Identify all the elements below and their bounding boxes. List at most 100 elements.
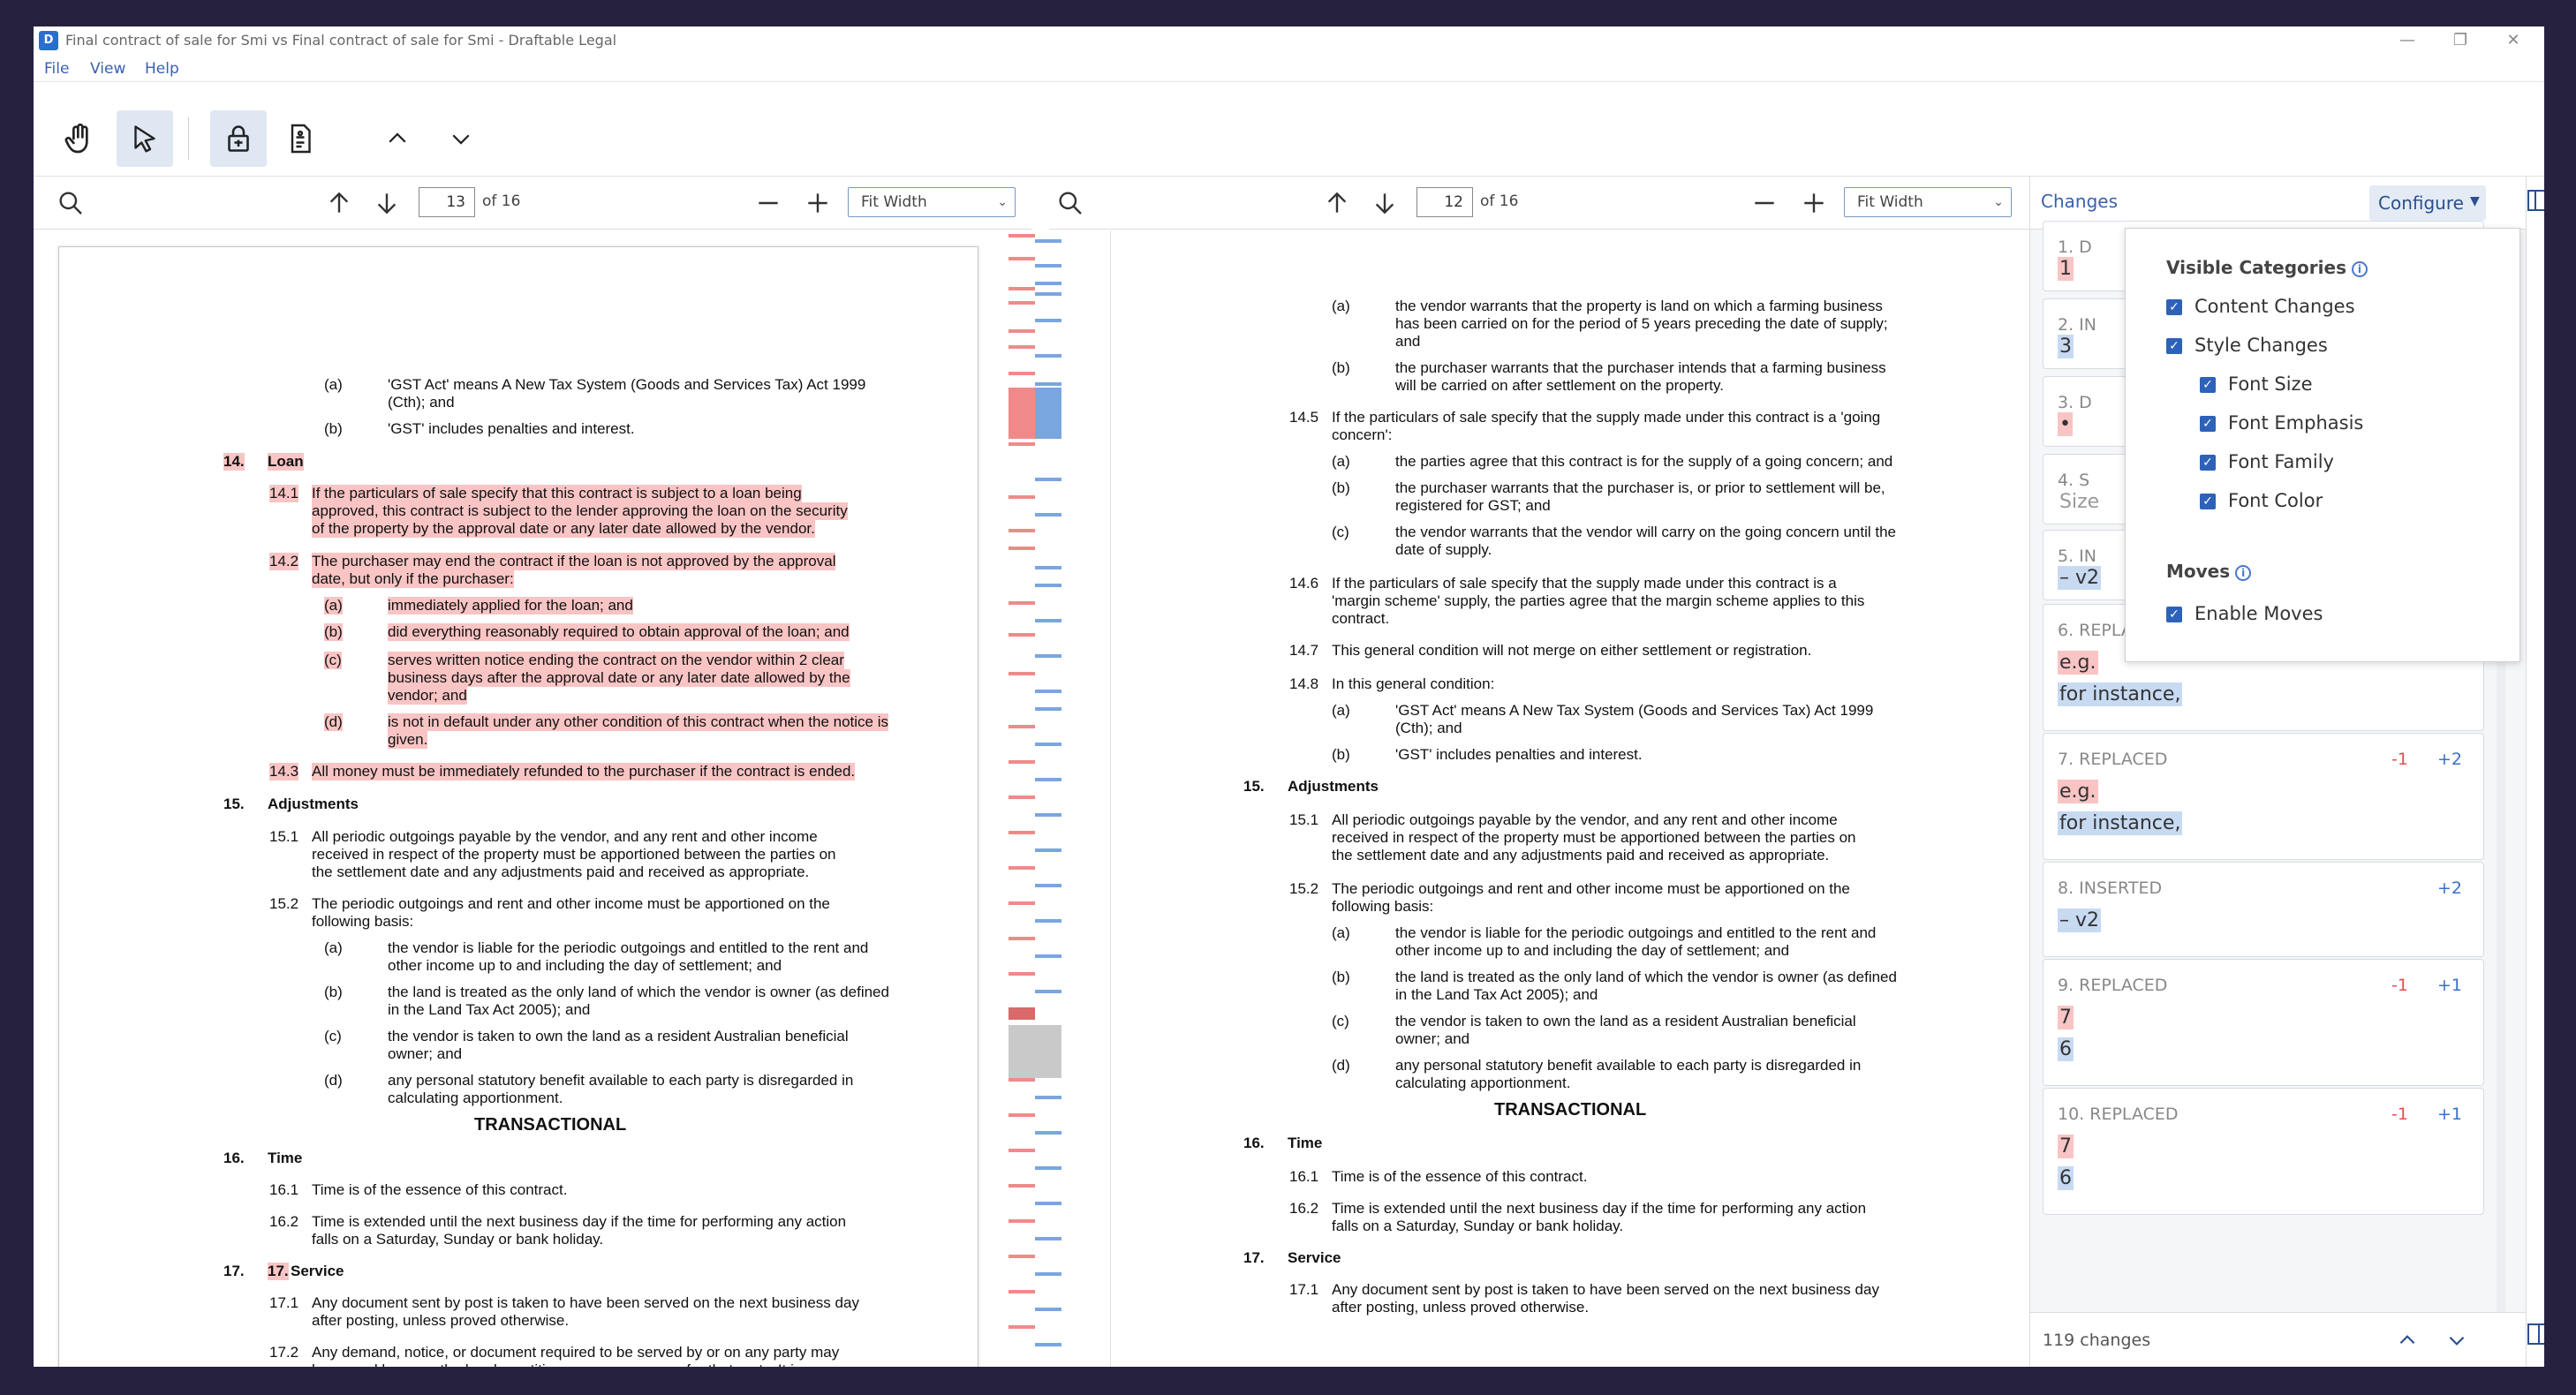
change-block-marker[interactable] <box>1008 1007 1035 1020</box>
change-overview-strip[interactable] <box>1003 230 1111 1367</box>
change-marker[interactable] <box>1035 584 1061 587</box>
change-marker[interactable] <box>1035 1308 1061 1311</box>
font-color-checkbox[interactable]: ✓ <box>2200 494 2216 509</box>
chevron-down-icon[interactable] <box>2445 1329 2468 1352</box>
next-change-button[interactable] <box>433 110 489 167</box>
panel-toggle-icon[interactable] <box>2527 185 2544 217</box>
change-marker[interactable] <box>1035 282 1061 285</box>
change-marker[interactable] <box>1008 831 1035 834</box>
change-marker[interactable] <box>1035 382 1061 386</box>
arrow-down-icon[interactable] <box>373 189 401 217</box>
change-marker[interactable] <box>1035 1343 1061 1346</box>
change-marker[interactable] <box>1008 725 1035 728</box>
change-block-marker[interactable] <box>1008 1025 1035 1078</box>
change-marker[interactable] <box>1035 513 1061 517</box>
document-compare-button[interactable] <box>272 110 329 167</box>
change-marker[interactable] <box>1035 319 1061 322</box>
font-emphasis-checkbox[interactable]: ✓ <box>2200 416 2216 432</box>
change-marker[interactable] <box>1035 707 1061 711</box>
change-marker[interactable] <box>1008 1255 1035 1258</box>
change-marker[interactable] <box>1008 372 1035 375</box>
change-marker[interactable] <box>1008 1325 1035 1329</box>
change-marker[interactable] <box>1035 990 1061 993</box>
font-size-checkbox[interactable]: ✓ <box>2200 377 2216 393</box>
change-marker[interactable] <box>1035 478 1061 481</box>
previous-change-button[interactable] <box>369 110 426 167</box>
search-icon[interactable] <box>57 189 85 217</box>
sidebar-toggle-icon[interactable] <box>2527 1321 2544 1349</box>
change-marker[interactable] <box>1035 1272 1061 1276</box>
change-marker[interactable] <box>1035 1237 1061 1240</box>
left-document-pane[interactable]: (a) 'GST Act' means A New Tax System (Goo… <box>34 230 1003 1367</box>
arrow-up-icon[interactable] <box>1323 189 1351 217</box>
change-marker[interactable] <box>1008 301 1035 305</box>
change-marker[interactable] <box>1035 813 1061 817</box>
change-marker[interactable] <box>1035 954 1061 958</box>
arrow-up-icon[interactable] <box>325 189 353 217</box>
change-marker[interactable] <box>1035 1131 1061 1135</box>
change-marker[interactable] <box>1035 690 1061 693</box>
select-tool-button[interactable] <box>117 110 173 167</box>
change-marker[interactable] <box>1035 264 1061 268</box>
info-icon[interactable]: i <box>2235 564 2252 581</box>
left-page-input[interactable]: 13 <box>419 187 475 217</box>
search-icon[interactable] <box>1056 189 1084 217</box>
change-marker[interactable] <box>1035 654 1061 658</box>
hand-tool-button[interactable] <box>51 110 108 167</box>
right-page-input[interactable]: 12 <box>1416 187 1473 217</box>
change-marker[interactable] <box>1008 1290 1035 1293</box>
change-marker[interactable] <box>1008 442 1035 446</box>
change-marker[interactable] <box>1008 601 1035 605</box>
change-marker[interactable] <box>1035 1166 1061 1170</box>
enable-moves-checkbox[interactable]: ✓ <box>2166 607 2182 622</box>
zoom-out-icon[interactable] <box>1750 189 1779 217</box>
change-marker[interactable] <box>1008 1219 1035 1223</box>
change-marker[interactable] <box>1035 566 1061 569</box>
change-marker[interactable] <box>1008 1078 1035 1082</box>
right-zoom-select[interactable]: Fit Width ⌄ <box>1844 187 2012 217</box>
change-marker[interactable] <box>1008 672 1035 675</box>
change-marker[interactable] <box>1008 972 1035 976</box>
minimize-button[interactable]: — <box>2381 28 2434 53</box>
zoom-out-icon[interactable] <box>754 189 782 217</box>
change-marker[interactable] <box>1008 495 1035 499</box>
change-card[interactable]: 7. REPLACED -1 +2 e.g. for instance, <box>2043 733 2484 860</box>
info-icon[interactable]: i <box>2351 260 2368 277</box>
change-marker[interactable] <box>1008 257 1035 260</box>
zoom-in-icon[interactable] <box>804 189 832 217</box>
change-marker[interactable] <box>1035 743 1061 746</box>
change-marker[interactable] <box>1008 234 1035 238</box>
change-marker[interactable] <box>1008 1149 1035 1152</box>
change-block-marker[interactable] <box>1035 1025 1061 1078</box>
change-marker[interactable] <box>1035 619 1061 622</box>
change-marker[interactable] <box>1008 547 1035 550</box>
menu-file[interactable]: File <box>44 60 69 78</box>
configure-button[interactable]: Configure ▼ <box>2369 185 2486 221</box>
change-marker[interactable] <box>1008 529 1035 532</box>
menu-help[interactable]: Help <box>145 60 179 78</box>
change-card[interactable]: 9. REPLACED -1 +1 7 6 <box>2043 959 2484 1086</box>
change-block-marker[interactable] <box>1035 388 1061 439</box>
change-card[interactable]: 10. REPLACED -1 +1 7 6 <box>2043 1088 2484 1215</box>
chevron-up-icon[interactable] <box>2396 1329 2419 1352</box>
right-document-pane[interactable]: (a) the vendor warrants that the property… <box>1111 230 2029 1367</box>
change-marker[interactable] <box>1035 919 1061 923</box>
change-marker[interactable] <box>1008 345 1035 349</box>
change-marker[interactable] <box>1008 1113 1035 1117</box>
menu-view[interactable]: View <box>90 60 125 78</box>
content-changes-checkbox[interactable]: ✓ <box>2166 299 2182 315</box>
change-marker[interactable] <box>1035 848 1061 852</box>
change-marker[interactable] <box>1008 329 1035 333</box>
change-marker[interactable] <box>1035 778 1061 781</box>
zoom-in-icon[interactable] <box>1800 189 1828 217</box>
change-marker[interactable] <box>1035 884 1061 887</box>
change-marker[interactable] <box>1008 1184 1035 1188</box>
restore-button[interactable]: ❐ <box>2434 28 2487 53</box>
change-card[interactable]: 8. INSERTED +2 – v2 <box>2043 862 2484 957</box>
change-marker[interactable] <box>1035 239 1061 243</box>
change-marker[interactable] <box>1008 937 1035 940</box>
style-changes-checkbox[interactable]: ✓ <box>2166 338 2182 354</box>
change-marker[interactable] <box>1035 354 1061 358</box>
change-marker[interactable] <box>1008 866 1035 870</box>
change-marker[interactable] <box>1008 287 1035 290</box>
